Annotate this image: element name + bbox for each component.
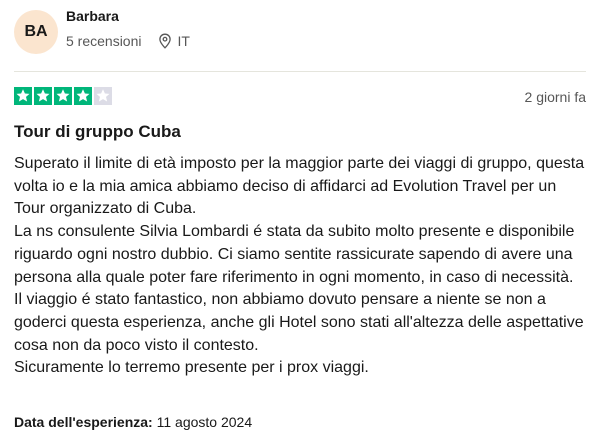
review-paragraph: Superato il limite di età imposto per la… (14, 155, 585, 218)
experience-value: 11 agosto 2024 (156, 414, 253, 430)
review-date: 2 giorni fa (524, 89, 586, 105)
star-empty-icon (94, 87, 112, 105)
reviewer-meta: 5 recensioni IT (66, 32, 190, 50)
star-filled-icon (14, 87, 32, 105)
divider (14, 71, 586, 72)
review-paragraph: La ns consulente Silvia Lombardi é stata… (14, 223, 575, 286)
reviewer-header: BA Barbara 5 recensioni IT (14, 7, 190, 54)
experience-date: Data dell'esperienza: 11 agosto 2024 (14, 414, 252, 430)
reviews-count: 5 recensioni (66, 33, 142, 49)
avatar[interactable]: BA (14, 10, 58, 54)
reviewer-info: Barbara 5 recensioni IT (66, 7, 190, 50)
location-pin-icon (158, 33, 172, 49)
review-paragraph: Sicuramente lo terremo presente per i pr… (14, 359, 369, 377)
review-card: BA Barbara 5 recensioni IT 2 giorni fa T… (0, 0, 594, 444)
star-filled-icon (74, 87, 92, 105)
star-rating (14, 87, 114, 105)
star-filled-icon (54, 87, 72, 105)
review-paragraph: Il viaggio é stato fantastico, non abbia… (14, 291, 584, 354)
experience-label: Data dell'esperienza: (14, 414, 153, 430)
review-title[interactable]: Tour di gruppo Cuba (14, 122, 181, 142)
star-filled-icon (34, 87, 52, 105)
review-body: Superato il limite di età imposto per la… (14, 153, 589, 380)
reviewer-name[interactable]: Barbara (66, 7, 190, 25)
reviewer-country: IT (177, 33, 190, 49)
